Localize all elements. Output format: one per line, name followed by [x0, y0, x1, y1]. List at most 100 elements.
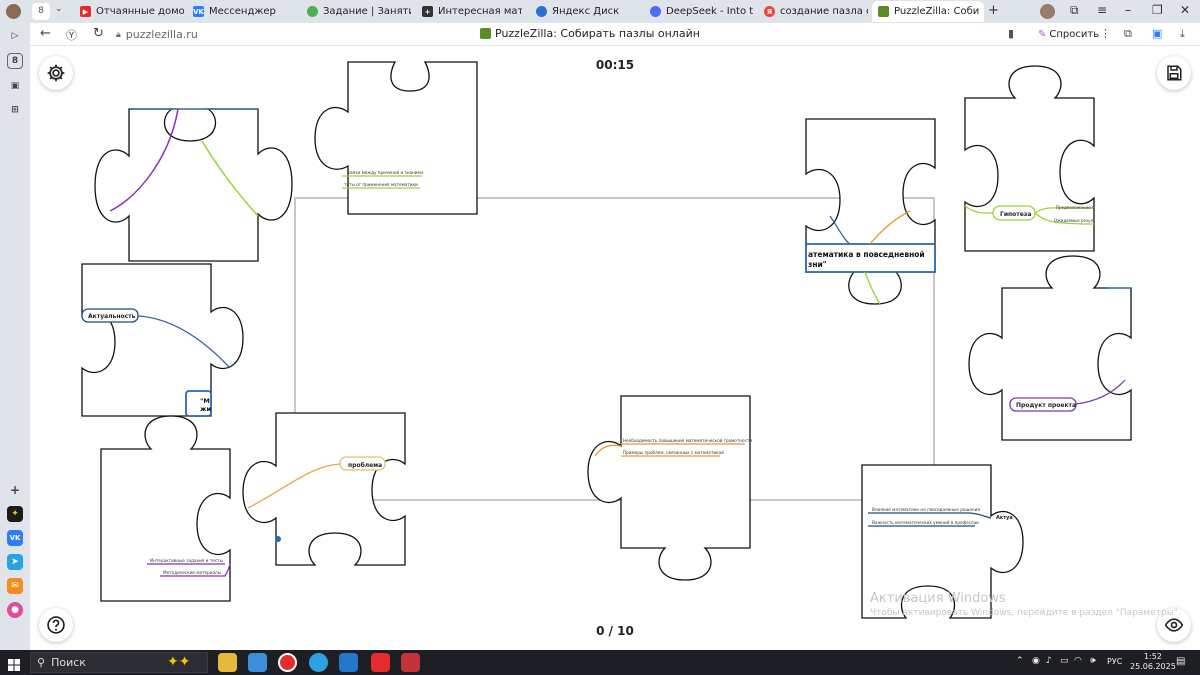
piece-text: Интерактивные задания и тесты	[150, 558, 223, 563]
window-close-icon[interactable]: ✕	[1180, 3, 1190, 17]
search-label: Поиск	[51, 656, 86, 669]
tab-bar: 8 ⌄ ▶ Отчаянные домохозяй VK Мессенджер …	[0, 0, 1200, 23]
extension-icon[interactable]: ▣	[1152, 27, 1162, 40]
mic-tray-icon[interactable]: ♪	[1046, 656, 1052, 666]
wifi-icon[interactable]: ◠	[1074, 656, 1082, 666]
piece-text: Влияние математики на повседневные решен…	[872, 507, 980, 512]
tab-7[interactable]: Я создание пазла онлай	[764, 1, 868, 22]
clock-date: 25.06.2025	[1130, 662, 1176, 671]
tab-3[interactable]: Задание | Занятие 7-8.	[307, 1, 411, 22]
camera-icon[interactable]: ▣	[7, 78, 23, 94]
video-icon: ▶	[80, 6, 91, 17]
telegram-taskbar-icon[interactable]	[309, 653, 328, 672]
piece-text: Методические материалы	[163, 570, 221, 575]
tab-1[interactable]: ▶ Отчаянные домохозяй	[80, 1, 184, 22]
tray-chevron-up-icon[interactable]: ⌃	[1016, 656, 1024, 666]
reload-icon[interactable]: ↻	[93, 26, 104, 41]
puzzle-piece[interactable]: Актуальность "М жи	[81, 263, 244, 417]
tab-label: Интересная математи	[438, 6, 522, 17]
yandex-browser-icon[interactable]	[278, 653, 297, 672]
bookmark-icon[interactable]: ▮	[1008, 27, 1014, 40]
puzzle-piece[interactable]: связи между причиной и знанием таты от п…	[314, 61, 478, 215]
puzzle-piece[interactable]: Гипотеза Предположение о Ожидаемые резул	[964, 65, 1095, 252]
lock-icon: 🔒︎	[116, 29, 121, 40]
plus-square-icon: +	[422, 6, 433, 17]
puzzle-piece[interactable]: проблема	[242, 412, 406, 566]
page-title-text: PuzzleZilla: Собирать пазлы онлайн	[495, 27, 700, 40]
piece-text: зни"	[808, 260, 827, 269]
file-explorer-icon[interactable]	[218, 653, 237, 672]
deepseek-icon	[650, 6, 661, 17]
tab-5[interactable]: Яндекс Диск	[536, 1, 636, 22]
tab-4[interactable]: + Интересная математи	[422, 1, 522, 22]
puzzle-piece[interactable]: атематика в повседневной зни"	[805, 118, 936, 305]
puzzle-piece[interactable]: Интерактивные задания и тесты Методическ…	[100, 415, 231, 602]
puzzle-piece[interactable]: Необходимость повышения математической г…	[587, 395, 752, 581]
battery-icon[interactable]: ▭	[1060, 656, 1069, 666]
collections-icon[interactable]: ⧉	[1070, 3, 1079, 18]
tab-label: Задание | Занятие 7-8.	[323, 6, 411, 17]
camera-tray-icon[interactable]: ◉	[1032, 656, 1040, 666]
telegram-icon[interactable]: ➤	[7, 554, 23, 570]
download-icon[interactable]: ⤓	[1180, 27, 1185, 41]
piece-text: Продукт проекта	[1016, 402, 1076, 409]
url-field[interactable]: 🔒︎ puzzlezilla.ru	[116, 26, 198, 43]
piece-text: связи между причиной и знанием	[348, 170, 423, 175]
apps-grid-icon[interactable]: ⊞	[7, 102, 23, 118]
photos-app-icon[interactable]	[248, 653, 267, 672]
piece-text: Необходимость повышения математической г…	[623, 438, 752, 443]
mail-app-icon[interactable]	[339, 653, 358, 672]
volume-icon[interactable]: 🕪︎	[1090, 656, 1096, 666]
new-tab-plus-icon[interactable]: +	[988, 3, 999, 18]
windows-activation-text: Чтобы активировать Windows, перейдите в …	[870, 608, 1181, 618]
copy-icon[interactable]: ⧉	[1124, 27, 1132, 41]
tab-8-active[interactable]: PuzzleZilla: Соби ✕	[872, 1, 984, 22]
tab-label: DeepSeek - Into the Unl	[666, 6, 754, 17]
windows-start-icon[interactable]	[8, 656, 20, 671]
minimize-icon[interactable]: –	[1125, 3, 1131, 17]
piece-text: атематика в повседневной	[808, 250, 925, 259]
menu-icon[interactable]: ≡	[1097, 3, 1107, 17]
search-icon: ⚲	[37, 656, 46, 669]
ask-button[interactable]: ✎ Спросить	[1032, 26, 1105, 43]
address-bar: ← Ⓨ ↻ 🔒︎ puzzlezilla.ru PuzzleZilla: Соб…	[30, 23, 1200, 46]
yandex-app-icon[interactable]	[371, 653, 390, 672]
alice-icon[interactable]: ●	[7, 602, 23, 618]
profile-avatar[interactable]	[6, 4, 21, 19]
puzzle-pieces-layer: связи между причиной и знанием таты от п…	[81, 61, 1132, 619]
input-language[interactable]: РУС	[1107, 657, 1122, 666]
tab-label: Яндекс Диск	[552, 6, 620, 17]
notifications-icon[interactable]: ▤	[1176, 656, 1185, 667]
puzzle-piece[interactable]	[94, 108, 293, 262]
tools-app-icon[interactable]	[401, 653, 420, 672]
windows-activation-title: Активация Windows	[870, 591, 1006, 606]
clock[interactable]: 1:52 25.06.2025	[1130, 652, 1176, 672]
back-arrow-icon[interactable]: ←	[40, 26, 51, 41]
piece-text: Актуа	[996, 515, 1013, 521]
browser-window: 8 ⌄ ▶ Отчаянные домохозяй VK Мессенджер …	[0, 0, 1200, 675]
tabs-list-chevron-icon[interactable]: ⌄	[55, 4, 63, 14]
piece-text: таты от применения математики	[344, 182, 418, 187]
tab-6[interactable]: DeepSeek - Into the Unl	[650, 1, 754, 22]
taskbar-search[interactable]: ⚲ Поиск ✦✦	[30, 652, 208, 673]
browser-sidebar: ▷ 8 ▣ ⊞ + ✦ VK ➤ ✉ ●	[0, 23, 30, 650]
tab-label: PuzzleZilla: Соби	[894, 6, 980, 17]
piece-text: Ожидаемые резул	[1054, 218, 1093, 223]
sparkle-icon: ✦✦	[167, 654, 191, 670]
tab-groups-icon[interactable]: 8	[32, 3, 50, 20]
puzzle-piece[interactable]: Продукт проекта	[968, 255, 1132, 441]
mail-icon[interactable]: ✉	[7, 578, 23, 594]
tab-count-icon[interactable]: 8	[7, 53, 23, 69]
vk-sidebar-icon[interactable]: VK	[7, 530, 23, 546]
piece-text: Предположение о	[1056, 205, 1095, 210]
piece-text: проблема	[348, 462, 382, 469]
add-panel-icon[interactable]: +	[7, 482, 23, 498]
more-vertical-icon[interactable]: ⋮	[1100, 27, 1111, 40]
yandex-home-icon[interactable]: Ⓨ	[66, 27, 77, 43]
tab-2[interactable]: VK Мессенджер	[193, 1, 293, 22]
puzzle-icon	[878, 6, 889, 17]
play-icon[interactable]: ▷	[7, 28, 23, 44]
maximize-icon[interactable]: ❐	[1152, 3, 1163, 17]
sparkle-app-icon[interactable]: ✦	[7, 506, 23, 522]
account-avatar[interactable]	[1040, 4, 1055, 19]
